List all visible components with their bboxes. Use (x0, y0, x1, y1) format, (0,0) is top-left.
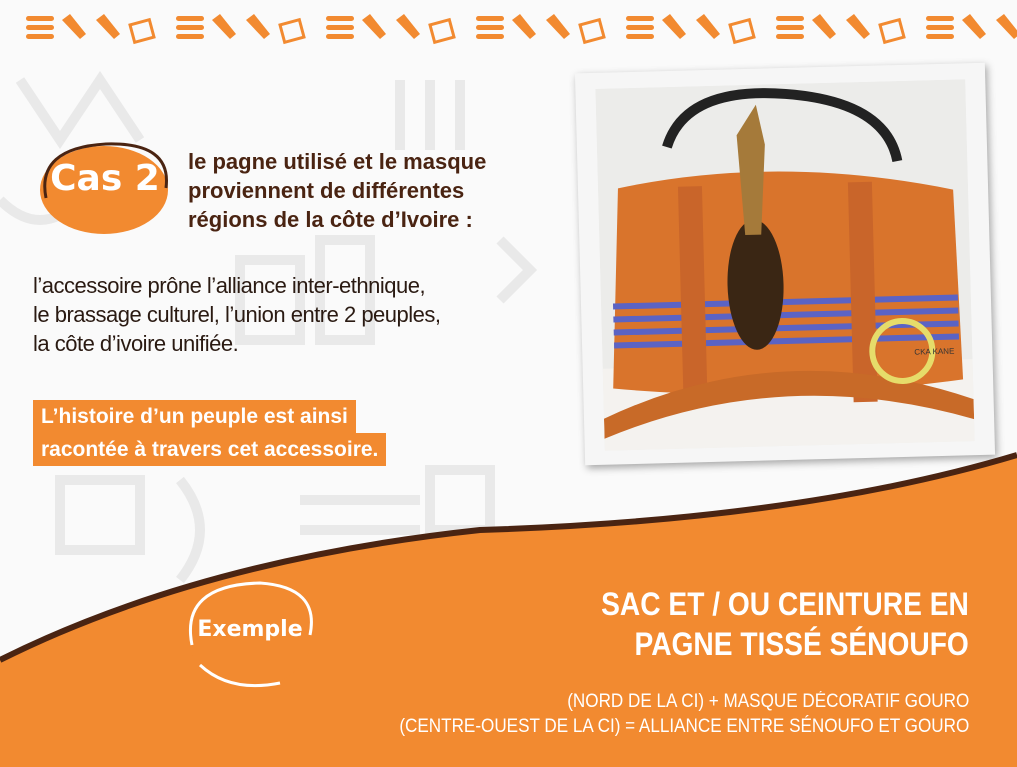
title-line: PAGNE TISSÉ SÉNOUFO (634, 626, 969, 662)
subtitle-line: (CENTRE-OUEST DE LA CI) = ALLIANCE ENTRE… (399, 716, 969, 737)
subtitle-line: (NORD DE LA CI) + MASQUE DÉCORATIF GOURO (566, 691, 969, 712)
example-subtitle: (NORD DE LA CI) + MASQUE DÉCORATIF GOURO… (399, 689, 969, 739)
example-label: Exemple (197, 617, 303, 642)
example-title: SAC ET / OU CEINTURE EN PAGNE TISSÉ SÉNO… (601, 584, 969, 664)
title-line: SAC ET / OU CEINTURE EN (601, 586, 969, 622)
example-badge: Exemple (180, 575, 320, 693)
